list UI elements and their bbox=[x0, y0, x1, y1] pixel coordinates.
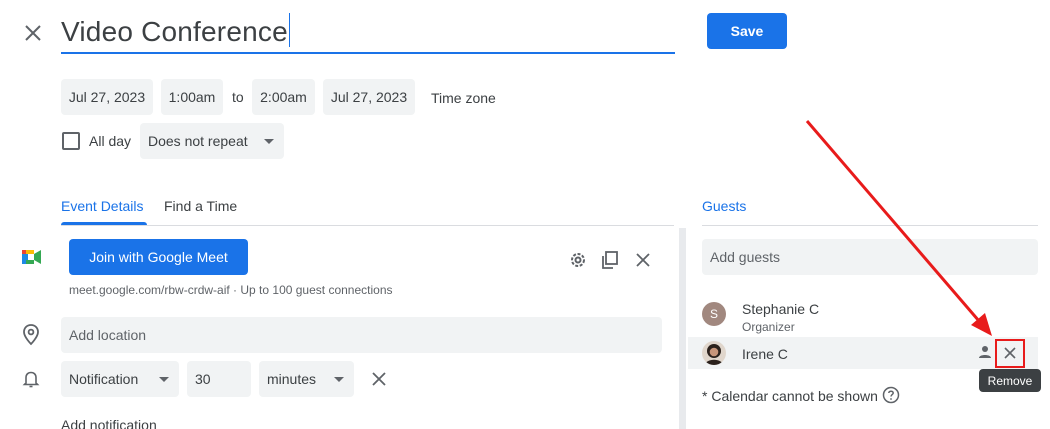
annotation-arrow bbox=[805, 120, 992, 336]
